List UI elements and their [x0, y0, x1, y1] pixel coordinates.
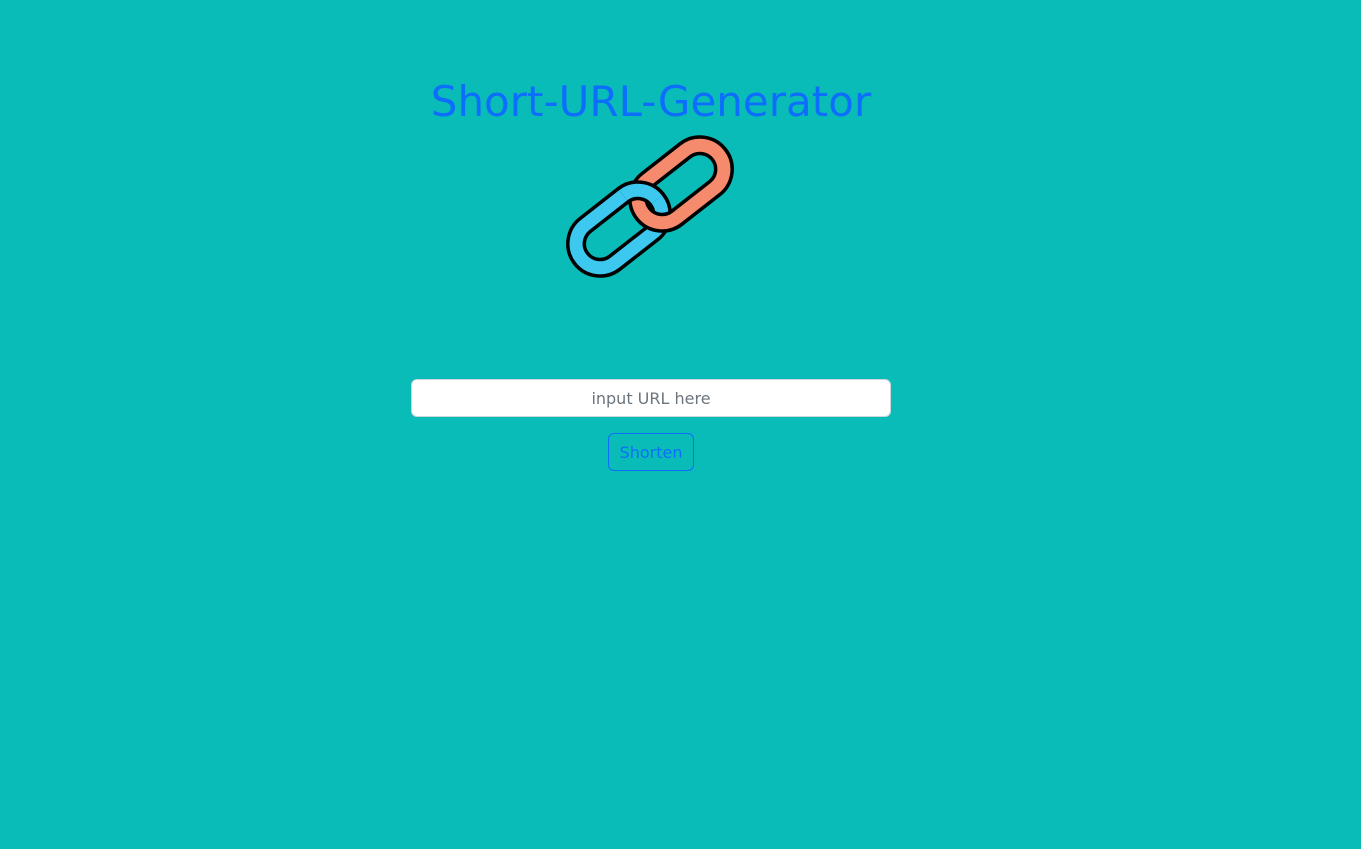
url-input[interactable] — [411, 379, 891, 417]
page-title: Short-URL-Generator — [430, 77, 872, 126]
shorten-button[interactable]: Shorten — [608, 433, 694, 471]
chain-link-icon — [566, 135, 734, 278]
page: Short-URL-Generator Shorten — [0, 0, 1361, 849]
